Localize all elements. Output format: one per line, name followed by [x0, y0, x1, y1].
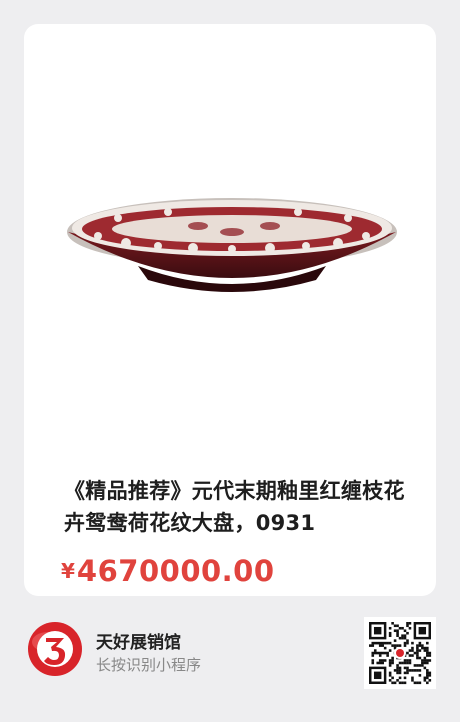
qr-code-graphic	[369, 622, 432, 685]
brand-logo-icon[interactable]	[26, 620, 84, 678]
product-title[interactable]: 《精品推荐》元代末期釉里红缠枝花卉鸳鸯荷花纹大盘，0931	[64, 475, 424, 539]
currency-symbol: ¥	[61, 559, 75, 583]
qr-code-icon[interactable]	[364, 617, 436, 689]
miniprogram-hint: 长按识别小程序	[96, 656, 202, 674]
product-price: ¥4670000.00	[61, 554, 275, 588]
product-card[interactable]: 《精品推荐》元代末期釉里红缠枝花卉鸳鸯荷花纹大盘，0931 ¥4670000.0…	[24, 24, 436, 596]
shop-name: 天好展销馆	[96, 633, 181, 653]
price-amount: 4670000.00	[76, 554, 275, 588]
product-image[interactable]	[48, 174, 416, 304]
